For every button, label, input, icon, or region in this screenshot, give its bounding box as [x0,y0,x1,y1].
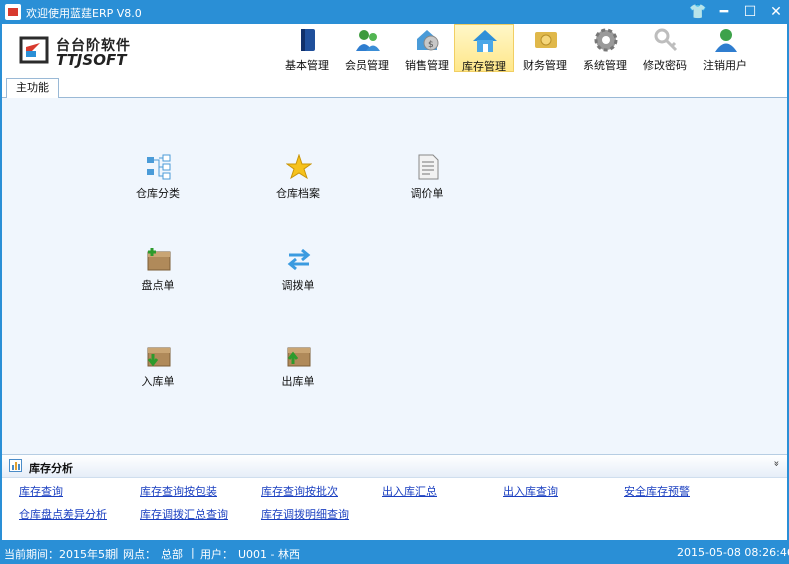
function-area: 仓库分类 仓库档案 调价单 盘点单 调拨单 入库单 出库单 [2,98,787,454]
star-icon [286,154,312,180]
toolbar-finance-management[interactable]: 财务管理 [516,24,574,72]
link-safety-stock-alert[interactable]: 安全库存预警 [624,483,690,499]
title-bar: 欢迎使用蓝莛ERP V8.0 👕 ━ ☐ ✕ [0,0,789,24]
sales-icon: $ [417,30,439,51]
panel-header: 库存分析 » [2,455,787,478]
link-inventory-by-batch[interactable]: 库存查询按批次 [261,483,338,499]
app-icon [5,4,21,20]
site-label: 网点： [123,548,156,561]
link-inout-query[interactable]: 出入库查询 [503,483,558,499]
module-label: 盘点单 [141,279,175,292]
status-divider: | [115,546,119,559]
members-icon [356,30,380,51]
module-label: 仓库分类 [136,187,180,200]
module-price-adjust[interactable]: 调价单 [387,154,467,210]
toolbar-label: 基本管理 [285,59,329,72]
module-warehouse-archive[interactable]: 仓库档案 [258,154,338,210]
toolbar-sales-management[interactable]: $ 销售管理 [398,24,456,72]
box-out-icon [287,347,311,367]
close-button[interactable]: ✕ [763,0,789,24]
user-value: U001 - 林西 [238,548,301,561]
status-bar: 当前期间： 2015年5期 | 网点： 总部 | 用户： U001 - 林西 2… [0,540,789,564]
toolbar-logout-user[interactable]: 注销用户 [696,24,754,72]
home-icon [473,30,497,52]
transfer-arrows-icon [287,248,311,271]
module-warehouse-category[interactable]: 仓库分类 [118,154,198,210]
toolbar-inventory-management[interactable]: 库存管理 [454,24,514,73]
toolbar-system-management[interactable]: 系统管理 [576,24,634,72]
window-title: 欢迎使用蓝莛ERP V8.0 [26,7,142,20]
logout-user-icon [715,29,737,52]
link-inventory-by-package[interactable]: 库存查询按包装 [140,483,217,499]
period-label: 当前期间： [4,548,59,561]
period-value: 2015年5期 [59,548,116,561]
toolbar-label: 注销用户 [703,59,747,72]
module-stocktake[interactable]: 盘点单 [118,246,198,302]
maximize-button[interactable]: ☐ [737,0,763,24]
main-toolbar: 台台阶软件 TTJSOFT 基本管理 会员管理 $ 销售管理 库存管理 财务管理… [2,24,787,74]
panel-title: 库存分析 [29,462,73,475]
key-icon [654,28,678,52]
collapse-icon[interactable]: » [770,460,781,466]
toolbar-label: 销售管理 [405,59,449,72]
book-icon [301,29,315,51]
box-in-icon [147,347,171,367]
logo-text-en: TTJSOFT [56,51,127,69]
toolbar-label: 财务管理 [523,59,567,72]
link-transfer-detail[interactable]: 库存调拨明细查询 [261,506,349,522]
tree-icon [147,154,171,180]
module-transfer[interactable]: 调拨单 [258,246,338,302]
module-outbound[interactable]: 出库单 [258,342,338,398]
report-icon [9,459,22,472]
module-label: 仓库档案 [276,187,320,200]
tab-strip: 主功能 [2,74,787,98]
minimize-button[interactable]: ━ [711,0,737,24]
module-label: 入库单 [141,375,175,388]
status-datetime: 2015-05-08 08:26:46 [677,546,789,559]
toolbar-label: 系统管理 [583,59,627,72]
toolbar-label: 库存管理 [462,60,506,73]
module-label: 调价单 [410,187,444,200]
skin-button[interactable]: 👕 [685,0,711,24]
toolbar-label: 修改密码 [643,59,687,72]
link-transfer-summary[interactable]: 库存调拨汇总查询 [140,506,228,522]
module-label: 出库单 [281,375,315,388]
link-inventory-query[interactable]: 库存查询 [19,483,63,499]
site-value: 总部 [161,548,183,561]
box-plus-icon [147,248,171,271]
svg-text:$: $ [428,40,434,50]
money-icon [535,32,557,48]
gear-icon [594,28,618,52]
status-divider: | [191,546,195,559]
toolbar-basic-management[interactable]: 基本管理 [278,24,336,72]
inventory-analysis-panel: 库存分析 » 库存查询 库存查询按包装 库存查询按批次 出入库汇总 出入库查询 … [2,454,787,541]
toolbar-label: 会员管理 [345,59,389,72]
logo-mark-icon [19,36,49,64]
document-icon [418,154,439,180]
module-label: 调拨单 [281,279,315,292]
tab-main-functions[interactable]: 主功能 [6,78,59,98]
toolbar-member-management[interactable]: 会员管理 [338,24,396,72]
user-label: 用户： [200,548,233,561]
module-inbound[interactable]: 入库单 [118,342,198,398]
toolbar-change-password[interactable]: 修改密码 [636,24,694,72]
company-logo: 台台阶软件 TTJSOFT [18,33,138,69]
link-inout-summary[interactable]: 出入库汇总 [382,483,437,499]
link-stocktake-variance[interactable]: 仓库盘点差异分析 [19,506,107,522]
